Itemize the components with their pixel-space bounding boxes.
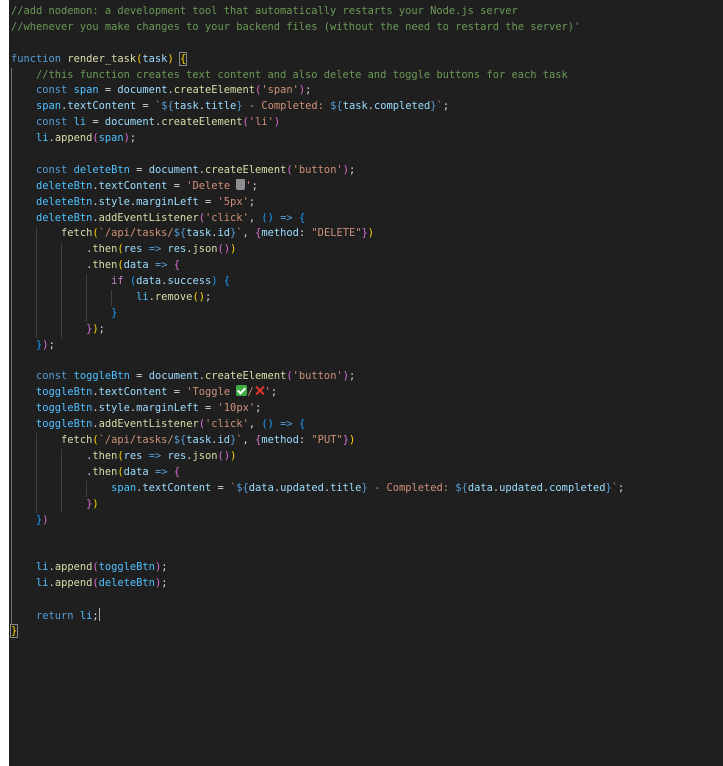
indent-guide (11, 67, 12, 625)
code-line[interactable]: span.textContent = `${task.title} - Comp… (11, 99, 723, 115)
code-line[interactable]: toggleBtn.addEventListener('click', () =… (11, 417, 723, 433)
code-line[interactable] (11, 544, 723, 560)
code-line[interactable]: return li; (11, 607, 723, 624)
code-line[interactable]: li.append(deleteBtn); (11, 576, 723, 592)
code-line[interactable]: toggleBtn.textContent = 'Toggle / '; (11, 385, 723, 401)
indent-guide (36, 433, 38, 513)
code-line[interactable]: deleteBtn.textContent = 'Delete '; (11, 178, 723, 195)
trash-icon (236, 178, 246, 190)
code-line[interactable]: fetch(`/api/tasks/${task.id}`, {method: … (11, 226, 723, 242)
code-line[interactable]: fetch(`/api/tasks/${task.id}`, {method: … (11, 433, 723, 449)
code-line[interactable]: li.append(toggleBtn); (11, 560, 723, 576)
cross-mark-icon (254, 385, 265, 396)
code-line[interactable]: }); (11, 322, 723, 338)
code-line[interactable] (11, 354, 723, 370)
code-line[interactable]: const li = document.createElement('li') (11, 115, 723, 131)
code-line[interactable]: const span = document.createElement('spa… (11, 83, 723, 99)
code-line[interactable] (11, 36, 723, 52)
code-line[interactable]: }); (11, 338, 723, 354)
code-line[interactable]: } (11, 306, 723, 322)
code-line[interactable]: deleteBtn.addEventListener('click', () =… (11, 211, 723, 227)
code-line[interactable]: } (9, 623, 723, 640)
code-line[interactable]: .then(res => res.json()) (11, 449, 723, 465)
indent-guide (86, 274, 88, 322)
code-line[interactable] (11, 592, 723, 608)
code-line[interactable]: .then(data => { (11, 258, 723, 274)
code-line[interactable] (11, 528, 723, 544)
code-line[interactable]: li.append(span); (11, 131, 723, 147)
text-cursor (98, 607, 101, 621)
code-line[interactable]: }) (11, 497, 723, 513)
code-line[interactable] (11, 147, 723, 163)
code-line[interactable]: toggleBtn.style.marginLeft = '10px'; (11, 401, 723, 417)
code-line[interactable]: const deleteBtn = document.createElement… (11, 163, 723, 179)
indent-guide (61, 449, 63, 513)
indent-guide (86, 481, 88, 497)
code-line[interactable]: //this function creates text content and… (11, 68, 723, 84)
code-line[interactable]: li.remove(); (11, 290, 723, 306)
indent-guide (36, 226, 38, 338)
code-line[interactable]: //whenever you make changes to your back… (11, 20, 723, 36)
code-line[interactable]: .then(data => { (11, 465, 723, 481)
code-line[interactable]: function render_task(task) { (11, 51, 723, 68)
code-line[interactable]: //add nodemon: a development tool that a… (11, 4, 723, 20)
code-line[interactable]: deleteBtn.style.marginLeft = '5px'; (11, 195, 723, 211)
code-area[interactable]: //add nodemon: a development tool that a… (9, 4, 723, 640)
check-mark-icon (236, 385, 248, 397)
code-editor[interactable]: //add nodemon: a development tool that a… (9, 0, 723, 766)
code-line[interactable]: .then(res => res.json()) (11, 242, 723, 258)
code-line[interactable]: const toggleBtn = document.createElement… (11, 369, 723, 385)
code-line[interactable]: span.textContent = `${data.updated.title… (11, 481, 723, 497)
indent-guide (111, 290, 113, 307)
indent-guide (61, 242, 63, 338)
code-line[interactable]: if (data.success) { (11, 274, 723, 290)
code-line[interactable]: }) (11, 513, 723, 529)
